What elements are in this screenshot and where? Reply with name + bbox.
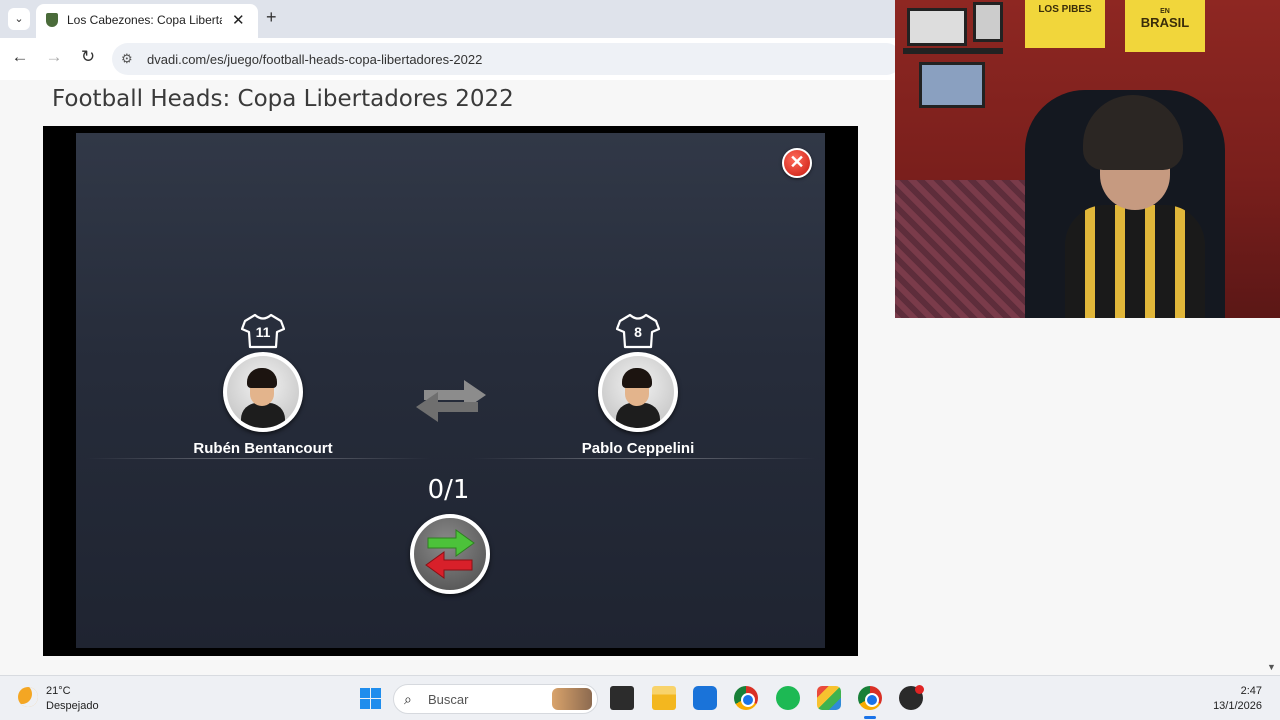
page-content: Football Heads: Copa Libertadores 2022 ✕… [0,80,895,675]
browser-tab[interactable]: Los Cabezones: Copa Libertadores 2022 ✕ [36,4,258,38]
close-game-button[interactable]: ✕ [782,148,812,178]
outlook-icon[interactable] [693,686,717,710]
tab-close-button[interactable]: ✕ [232,11,245,29]
site-info-icon[interactable]: ⚙ [121,51,133,67]
active-app-indicator [864,716,876,719]
weather-condition[interactable]: Despejado [46,700,99,712]
bluestacks-icon[interactable] [817,686,841,710]
windows-start-icon[interactable] [360,688,381,709]
weather-temperature[interactable]: 21°C [46,685,71,697]
picture-frame [907,8,967,46]
picture-frame [973,2,1003,42]
poster-text: EN [1160,8,1170,15]
search-highlight-image [552,688,592,710]
search-icon: ⌕ [404,691,412,707]
player-avatar [598,352,678,432]
address-bar[interactable]: ⚙ dvadi.com/es/juego/football-heads-copa… [112,43,902,75]
tab-title: Los Cabezones: Copa Libertadores 2022 [67,13,222,27]
clock-date[interactable]: 13/1/2026 [1190,700,1262,712]
scroll-down-arrow[interactable]: ▼ [1267,662,1276,672]
webcam-overlay: LOS PIBES EN BRASIL [895,0,1280,318]
shirt-number: 8 [634,324,642,340]
tab-bar: ⌄ Los Cabezones: Copa Libertadores 2022 … [0,0,895,38]
new-tab-button[interactable]: + [266,7,277,28]
taskbar: 21°C Despejado ⌕ Buscar 2:47 13/1/2026 [0,675,1280,720]
url-text[interactable]: dvadi.com/es/juego/football-heads-copa-l… [147,52,482,67]
back-button[interactable]: ← [9,47,31,67]
taskbar-search[interactable]: ⌕ Buscar [393,684,598,714]
shirt-number: 11 [255,324,271,340]
picture-frame [919,62,985,108]
shirt-icon: 8 [616,313,660,349]
poster: EN BRASIL [1125,0,1205,52]
chrome-icon[interactable] [734,686,758,710]
file-explorer-icon[interactable] [652,686,676,710]
moon-icon[interactable] [18,687,38,707]
reload-button[interactable]: ↻ [77,47,99,67]
player-in[interactable]: 8 Pablo Ceppelini [548,313,728,457]
forward-button[interactable]: → [43,47,65,67]
poster: LOS PIBES [1025,0,1105,48]
blanket [895,180,1045,318]
player-name: Pablo Ceppelini [581,440,695,457]
substitution-counter: 0/1 [427,475,470,505]
favicon-icon [46,13,58,27]
search-placeholder: Buscar [428,692,469,707]
browser-toolbar: ← → ↻ ⚙ dvadi.com/es/juego/football-head… [0,38,902,80]
poster-text: BRASIL [1140,15,1190,30]
clock-time[interactable]: 2:47 [1200,685,1262,697]
recording-indicator-icon [915,685,924,694]
game-frame: ✕ 11 Rubén Bentancourt 8 Pablo Ceppelini… [43,126,858,656]
game-canvas[interactable]: ✕ 11 Rubén Bentancourt 8 Pablo Ceppelini… [76,133,825,648]
tab-search-button[interactable]: ⌄ [8,8,30,30]
spotify-icon[interactable] [776,686,800,710]
divider [471,458,816,459]
swap-arrows-icon [414,376,488,429]
player-name: Rubén Bentancourt [193,440,333,457]
shirt-icon: 11 [241,313,285,349]
chrome-profile-icon[interactable] [858,686,882,710]
player-out[interactable]: 11 Rubén Bentancourt [173,313,353,457]
substitute-button[interactable] [410,514,490,594]
task-view-icon[interactable] [610,686,634,710]
player-avatar [223,352,303,432]
streamer [1065,95,1205,318]
page-title: Football Heads: Copa Libertadores 2022 [52,86,514,112]
divider [86,458,431,459]
shelf [903,48,1003,54]
